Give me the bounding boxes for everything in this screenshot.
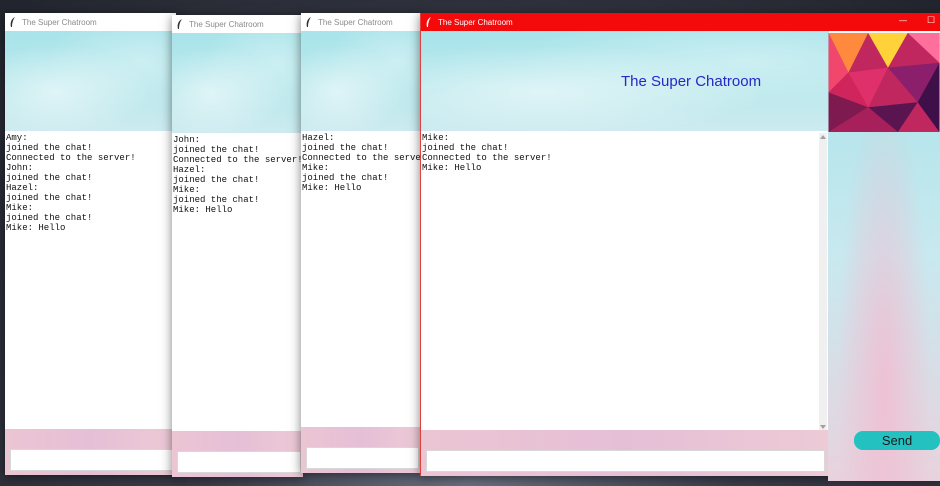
header-banner [301, 31, 421, 131]
message-input[interactable] [10, 449, 174, 471]
header-banner [172, 33, 303, 133]
chat-log: John: joined the chat! Connected to the … [172, 133, 303, 431]
chat-log: Amy: joined the chat! Connected to the s… [5, 131, 176, 429]
message-input[interactable] [426, 450, 825, 472]
feather-icon [177, 19, 182, 29]
chat-log: Hazel: joined the chat! Connected to the… [301, 131, 421, 427]
input-area [5, 429, 176, 475]
feather-icon [306, 17, 311, 27]
input-area [301, 427, 421, 473]
window-title: The Super Chatroom [318, 17, 393, 27]
input-area [421, 430, 829, 476]
window-title: The Super Chatroom [189, 19, 264, 29]
header-banner [5, 31, 176, 131]
scroll-up-arrow-icon[interactable] [820, 134, 826, 140]
message-input[interactable] [177, 451, 301, 473]
window-titlebar[interactable]: The Super Chatroom — ☐ [421, 13, 940, 31]
window-titlebar[interactable]: The Super Chatroom [301, 13, 421, 31]
chat-window-hazel[interactable]: The Super Chatroom Hazel: joined the cha… [301, 13, 421, 473]
send-button[interactable]: Send [854, 431, 940, 450]
window-titlebar[interactable]: The Super Chatroom [5, 13, 176, 31]
maximize-button[interactable]: ☐ [927, 15, 935, 26]
polygon-art-image [828, 33, 940, 132]
window-titlebar[interactable]: The Super Chatroom [172, 15, 303, 33]
window-title: The Super Chatroom [22, 17, 97, 27]
message-input[interactable] [306, 447, 419, 469]
feather-icon [10, 17, 15, 27]
header-banner: The Super Chatroom [421, 31, 829, 131]
chat-scrollbar[interactable] [819, 133, 827, 431]
chat-window-amy[interactable]: The Super Chatroom Amy: joined the chat!… [5, 13, 176, 475]
chat-window-john[interactable]: The Super Chatroom John: joined the chat… [172, 15, 303, 477]
chat-log: Mike: joined the chat! Connected to the … [421, 131, 829, 430]
window-title: The Super Chatroom [438, 17, 513, 27]
banner-title: The Super Chatroom [621, 73, 762, 90]
input-area [172, 431, 303, 477]
minimize-button[interactable]: — [899, 16, 907, 25]
feather-icon [426, 17, 431, 27]
